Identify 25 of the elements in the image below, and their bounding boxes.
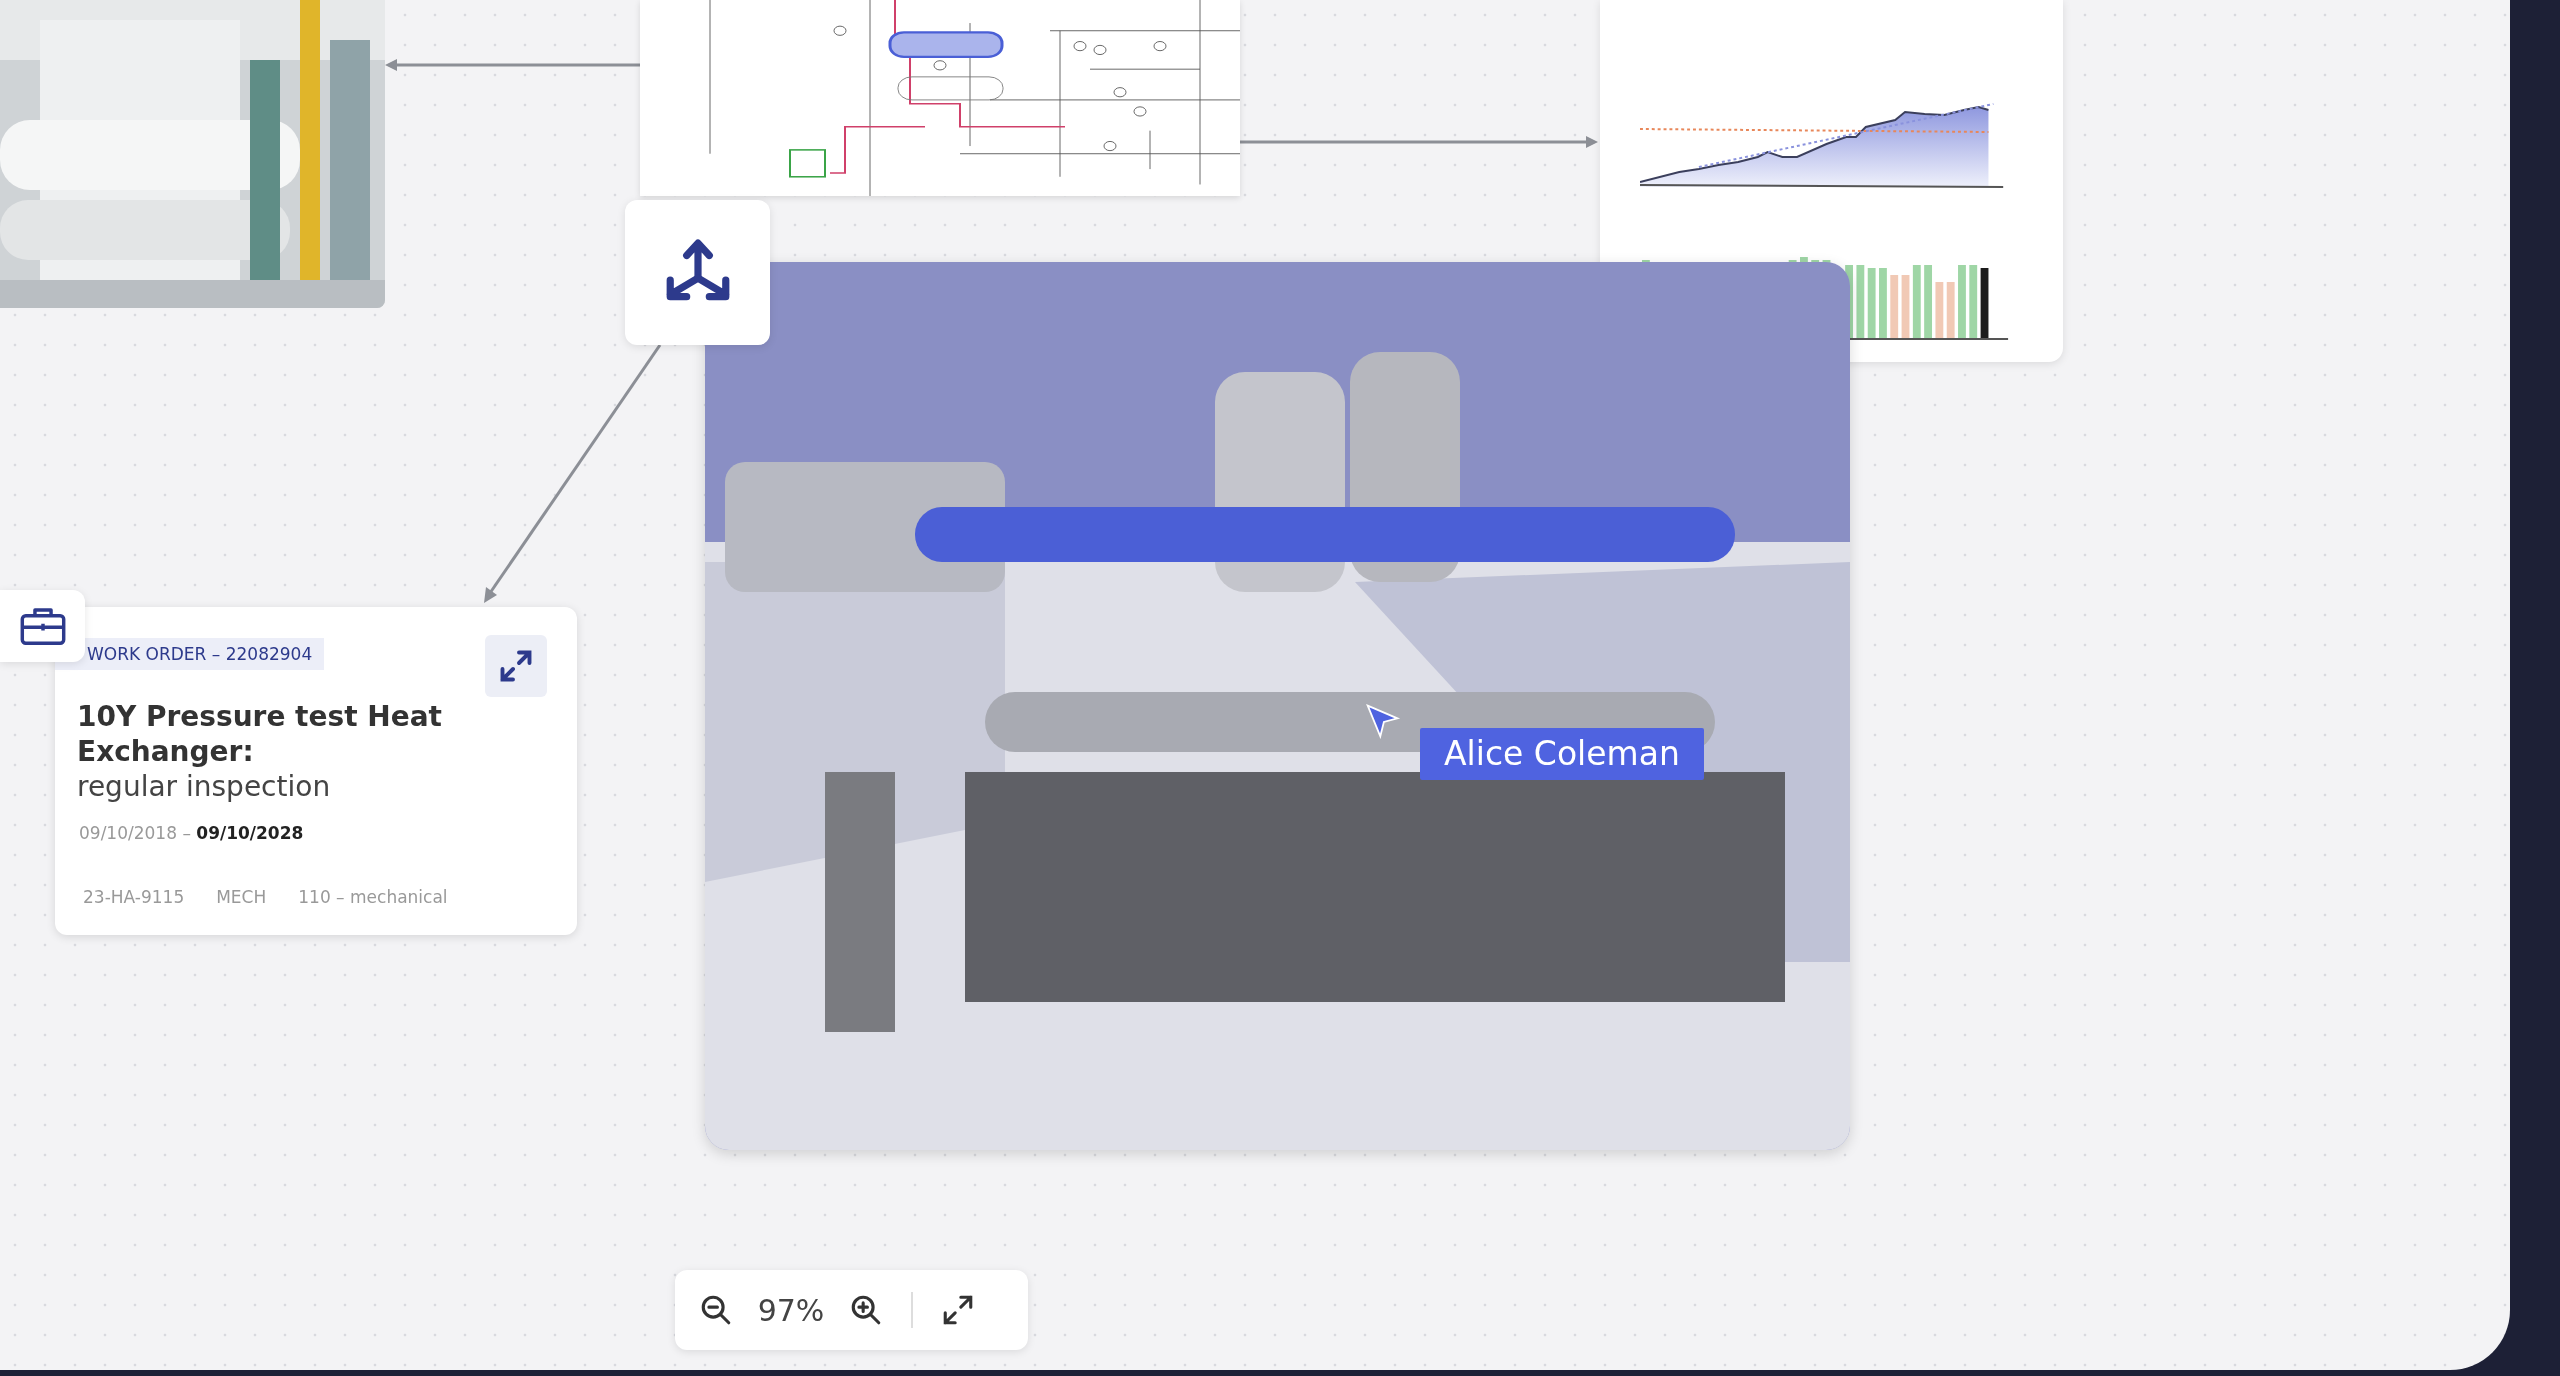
chart-bar: [1980, 268, 1989, 340]
briefcase-icon: [19, 606, 66, 646]
chart-bar: [1879, 268, 1887, 340]
model-button[interactable]: [625, 200, 770, 345]
work-order-tag: WORK ORDER – 22082904: [55, 638, 325, 670]
meta-label: 23-HA-9115: [83, 887, 185, 907]
expand-button[interactable]: [485, 635, 547, 697]
meta-label: MECH: [216, 887, 267, 907]
chart-bar: [1890, 275, 1899, 340]
fullscreen-icon: [941, 1293, 975, 1327]
work-order-title: 10Y Pressure test Heat Exchanger:: [77, 699, 443, 769]
chart-bar: [1901, 275, 1910, 340]
work-order-subtitle: regular inspection: [77, 769, 332, 805]
zoom-out-icon: [699, 1293, 733, 1327]
date-range: 09/10/2018 – 09/10/2028: [79, 823, 305, 844]
zoom-in-icon: [849, 1293, 883, 1327]
meta-label: 110 – mechanical: [298, 887, 448, 907]
chart-bar: [1946, 282, 1955, 340]
user-cursor-label: Alice Coleman: [1420, 728, 1704, 780]
chart-bar: [1935, 282, 1944, 340]
expand-icon: [498, 648, 534, 684]
zoom-level: 97%: [756, 1292, 826, 1328]
chart-bar: [1867, 268, 1876, 340]
cursor-icon: [1365, 703, 1401, 739]
work-order-card[interactable]: WORK ORDER – 22082904 10Y Pressure test Heat Exchanger: regular inspection 09/10/2018 – 09/10/2028 23-HA-9115 MECH 110 – mechanical: [55, 607, 577, 935]
